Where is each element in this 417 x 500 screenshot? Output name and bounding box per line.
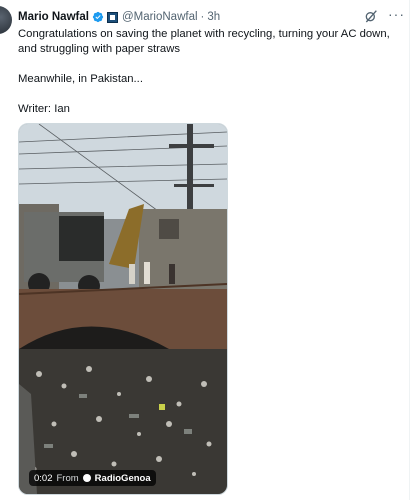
video-frame bbox=[19, 124, 227, 494]
tweet-text-line: Meanwhile, in Pakistan... bbox=[18, 73, 143, 85]
tweet-text-line: Writer: Ian bbox=[18, 103, 70, 115]
avatar[interactable] bbox=[0, 6, 12, 34]
organization-badge-icon bbox=[106, 11, 118, 23]
video-duration: 0:02 bbox=[34, 472, 53, 484]
separator-dot: · bbox=[200, 11, 205, 23]
video-duration-badge: 0:02 From RadioGenoa bbox=[29, 470, 156, 486]
video-from-label: From bbox=[56, 472, 79, 484]
video-source-name[interactable]: RadioGenoa bbox=[95, 473, 151, 484]
video-player[interactable]: 0:02 From RadioGenoa bbox=[18, 123, 228, 495]
tweet-timestamp[interactable]: 3h bbox=[207, 11, 220, 23]
more-icon[interactable]: ··· bbox=[388, 6, 405, 22]
grok-icon[interactable] bbox=[363, 8, 379, 24]
author-handle[interactable]: @MarioNawfal bbox=[122, 11, 198, 23]
verified-badge-icon bbox=[92, 11, 104, 23]
timeline-border bbox=[409, 0, 410, 500]
author-name[interactable]: Mario Nawfal bbox=[18, 11, 89, 23]
tweet-text: Congratulations on saving the planet wit… bbox=[18, 27, 390, 117]
tweet-text-line: Congratulations on saving the planet wit… bbox=[18, 28, 390, 55]
tweet-header: Mario Nawfal @MarioNawfal · 3h bbox=[18, 8, 395, 26]
source-avatar-icon bbox=[82, 474, 91, 482]
